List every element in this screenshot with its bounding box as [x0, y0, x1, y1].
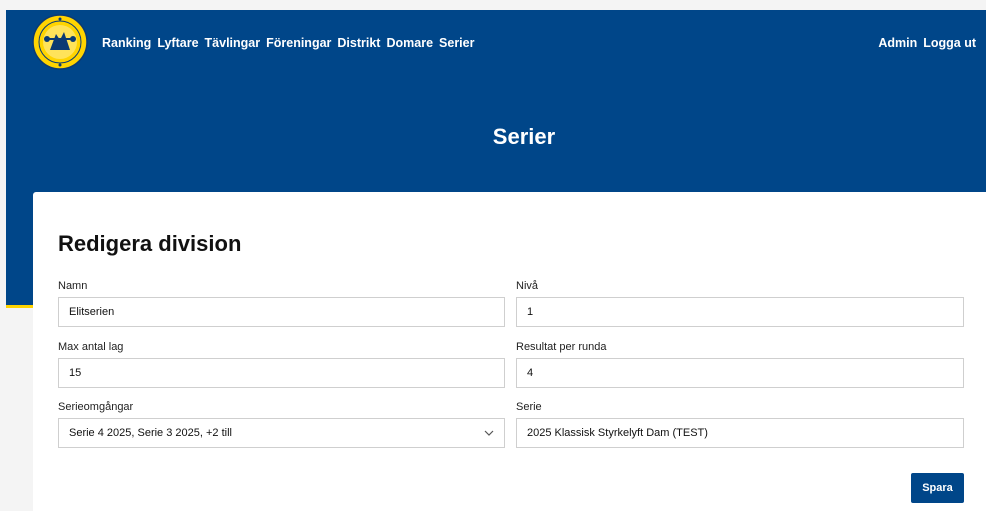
results-per-round-field-group: Resultat per runda — [516, 341, 964, 388]
series-input[interactable] — [516, 418, 964, 448]
max-teams-input[interactable] — [58, 358, 505, 388]
max-teams-label: Max antal lag — [58, 341, 124, 353]
name-label: Namn — [58, 280, 88, 292]
page-title: Serier — [492, 124, 556, 149]
results-per-round-input[interactable] — [516, 358, 964, 388]
level-label: Nivå — [516, 280, 539, 292]
max-teams-field-group: Max antal lag — [58, 341, 505, 388]
rounds-select[interactable]: Serie 4 2025, Serie 3 2025, +2 till — [58, 418, 505, 448]
rounds-field-group: Serieomgångar Serie 4 2025, Serie 3 2025… — [58, 401, 505, 448]
form-title: Redigera division — [58, 231, 242, 256]
name-input[interactable] — [58, 297, 505, 327]
nav-logout[interactable]: Logga ut — [923, 36, 976, 50]
user-nav: Admin Logga ut — [878, 36, 976, 50]
save-button[interactable]: Spara — [911, 473, 964, 503]
level-field-group: Nivå — [516, 280, 964, 327]
nav-domare[interactable]: Domare — [386, 36, 433, 50]
results-per-round-label: Resultat per runda — [516, 341, 607, 353]
nav-serier[interactable]: Serier — [439, 36, 474, 50]
page: Ranking Lyftare Tävlingar Föreningar Dis… — [0, 0, 986, 511]
nav-lyftare[interactable]: Lyftare — [157, 36, 198, 50]
rounds-selected-value: Serie 4 2025, Serie 3 2025, +2 till — [69, 427, 232, 439]
nav-foreningar[interactable]: Föreningar — [266, 36, 331, 50]
series-label: Serie — [516, 401, 542, 413]
chevron-down-icon — [484, 430, 494, 436]
level-input[interactable] — [516, 297, 964, 327]
name-field-group: Namn — [58, 280, 505, 327]
rounds-label: Serieomgångar — [58, 401, 134, 413]
main-nav: Ranking Lyftare Tävlingar Föreningar Dis… — [102, 36, 474, 50]
nav-distrikt[interactable]: Distrikt — [337, 36, 380, 50]
nav-tavlingar[interactable]: Tävlingar — [205, 36, 261, 50]
nav-admin[interactable]: Admin — [878, 36, 917, 50]
federation-logo-icon[interactable] — [32, 14, 88, 70]
series-field-group: Serie — [516, 401, 964, 448]
edit-division-card: Redigera division Namn Nivå Max antal la… — [33, 192, 986, 511]
nav-ranking[interactable]: Ranking — [102, 36, 151, 50]
